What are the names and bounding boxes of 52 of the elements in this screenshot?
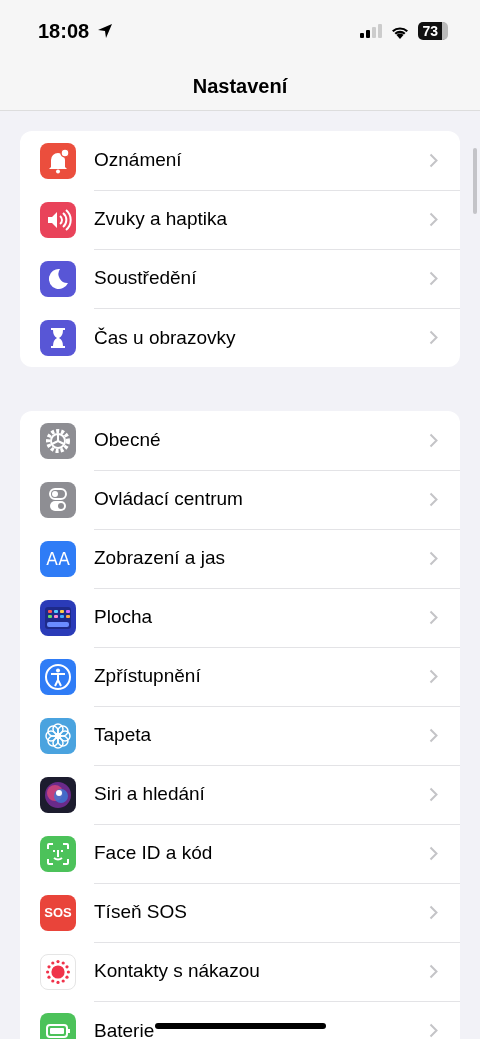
location-arrow-icon: [97, 23, 114, 39]
chevron-icon: [429, 904, 438, 920]
chevron-icon: [429, 845, 438, 861]
chevron-icon: [429, 270, 438, 286]
row-label: Baterie: [94, 1019, 155, 1039]
row-label: Zobrazení a jas: [94, 547, 225, 569]
settings-row[interactable]: Tapeta: [20, 706, 460, 765]
row-label: Tíseň SOS: [94, 901, 187, 923]
chevron-icon: [429, 963, 438, 979]
settings-row[interactable]: Čas u obrazovky: [20, 308, 460, 367]
signal-icon: [360, 24, 383, 38]
settings-row[interactable]: Soustředění: [20, 249, 460, 308]
settings-row[interactable]: Siri a hledání: [20, 765, 460, 824]
row-label: Plocha: [94, 606, 153, 628]
settings-row[interactable]: Face ID a kód: [20, 824, 460, 883]
chevron-icon: [429, 668, 438, 684]
chevron-icon: [429, 432, 438, 448]
settings-row[interactable]: Ovládací centrum: [20, 470, 460, 529]
page-title: Nastavení: [192, 74, 288, 98]
row-label: Soustředění: [94, 267, 197, 289]
settings-row[interactable]: AA Zobrazení a jas: [20, 529, 460, 588]
chevron-icon: [429, 491, 438, 507]
chevron-icon: [429, 550, 438, 566]
text-icon: AA: [40, 540, 76, 577]
settings-row[interactable]: Kontakty s nákazou: [20, 942, 460, 1001]
row-label: Siri a hledání: [94, 783, 205, 805]
text-icon: SOS: [40, 894, 76, 931]
chevron-icon: [429, 330, 438, 345]
chevron-icon: [429, 211, 438, 227]
row-label: Face ID a kód: [94, 842, 213, 864]
row-label: Čas u obrazovky: [94, 326, 236, 349]
settings-row[interactable]: SOS Tíseň SOS: [20, 883, 460, 942]
settings-row[interactable]: Zpřístupnění: [20, 647, 460, 706]
chevron-icon: [429, 609, 438, 625]
chevron-icon: [429, 1023, 438, 1038]
row-label: Obecné: [94, 429, 161, 451]
row-label: Tapeta: [94, 724, 152, 746]
row-label: Zpřístupnění: [94, 665, 201, 687]
chevron-icon: [429, 727, 438, 743]
chevron-icon: [429, 152, 438, 168]
settings-row[interactable]: Oznámení: [20, 131, 460, 190]
scroll-indicator: [473, 148, 477, 214]
row-label: Zvuky a haptika: [94, 208, 228, 230]
chevron-icon: [429, 786, 438, 802]
settings-row[interactable]: Obecné: [20, 411, 460, 470]
status-time: 18:08: [38, 19, 90, 43]
settings-row[interactable]: Zvuky a haptika: [20, 190, 460, 249]
row-label: Oznámení: [94, 149, 182, 171]
row-label: Kontakty s nákazou: [94, 960, 260, 982]
row-label: Ovládací centrum: [94, 488, 243, 510]
settings-row[interactable]: Plocha: [20, 588, 460, 647]
battery-level: 73: [418, 22, 448, 40]
